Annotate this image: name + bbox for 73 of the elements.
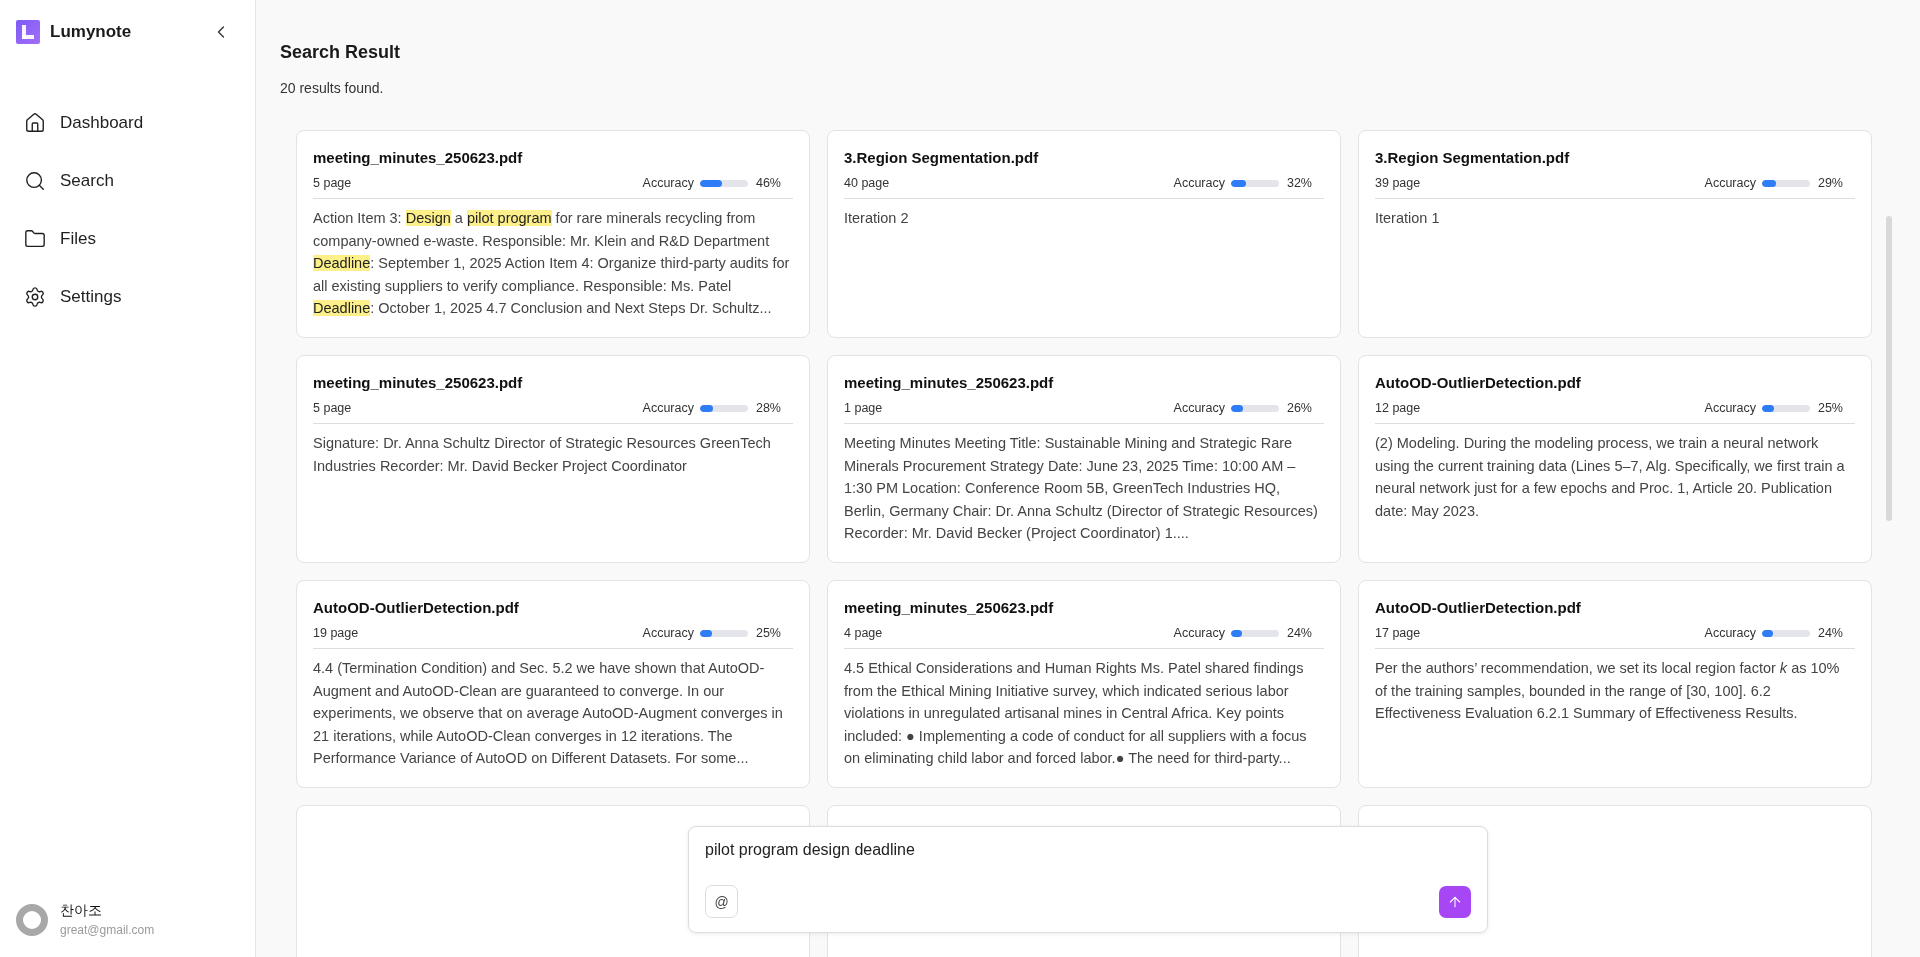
avatar-icon (16, 903, 48, 936)
result-card[interactable] (296, 130, 810, 338)
page-number: 1 page (844, 401, 884, 415)
result-card[interactable] (827, 355, 1341, 563)
scrollbar[interactable] (1886, 216, 1892, 521)
result-card[interactable]: meeting_minutes_250623.pdf 5 page Accuracy 28% Signature: Dr. Anna Schultz Director of Strategic Resources GreenTech Industries Recorder: Mr. David Becker Project Coordinator (296, 355, 810, 563)
accuracy-label: Accuracy (1704, 176, 1756, 190)
result-snippet: Meeting Minutes Meeting Title: Sustainable Mining and Strategic Rare Minerals Procurement Strategy Date: June 23, 2025 Time: 10:00 AM – 1:30 PM Location: Conference Room 5B, GreenTech Industries HQ, Berlin, Germany Chair: Dr. Anna Schultz (Director of Strategic Resources) Recorder: Mr. David Becker (Project Coordinator) 1.... (844, 434, 1319, 544)
file-name: AutoOD-OutlierDetection.pdf (1375, 599, 1582, 616)
page-number: 12 page (1375, 401, 1422, 415)
file-name: meeting_minutes_250623.pdf (844, 374, 1055, 391)
accuracy-value: 32% (1286, 176, 1312, 190)
accuracy-value: 28% (755, 401, 781, 415)
accuracy-label: Accuracy (1173, 626, 1225, 640)
file-name: meeting_minutes_250623.pdf (844, 599, 1055, 616)
accuracy-label: Accuracy (1173, 176, 1225, 190)
user-email: great@gmail.com (60, 923, 155, 937)
result-card[interactable] (1358, 355, 1872, 563)
result-card[interactable] (1358, 580, 1872, 788)
accuracy-label: Accuracy (1173, 401, 1225, 415)
result-snippet: 4.5 Ethical Considerations and Human Rights Ms. Patel shared findings from the Ethical Mining Initiative survey, which indicated serious labor violations in unregulated artisanal mines in Central Africa. Key points included: ● Implementing a code of conduct for all suppliers with a focus on eliminating child labor and forced labor.● The need for third-party... (844, 659, 1308, 769)
page-number: 39 page (1375, 176, 1422, 190)
file-name: 3.Region Segmentation.pdf (1375, 149, 1571, 166)
settings-icon (24, 286, 46, 308)
nav-item[interactable]: Dashboard (12, 104, 243, 142)
result-snippet: Iteration 2 (844, 209, 910, 228)
result-snippet: Signature: Dr. Anna Schultz Director of Strategic Resources GreenTech Industries Recorder: Mr. David Becker Project Coordinator (313, 434, 772, 476)
accuracy-value: 25% (1817, 401, 1843, 415)
file-name: meeting_minutes_250623.pdf (313, 374, 524, 391)
accuracy-label: Accuracy (1704, 401, 1756, 415)
result-card[interactable] (827, 580, 1341, 788)
nav-item[interactable]: Settings (12, 278, 243, 316)
accuracy-value: 26% (1286, 401, 1312, 415)
mention-button[interactable]: @ (705, 885, 738, 918)
page-number: 40 page (844, 176, 891, 190)
result-card[interactable] (296, 580, 810, 788)
search-icon (24, 170, 46, 192)
user-name: 찬아조 (60, 902, 103, 920)
file-name: AutoOD-OutlierDetection.pdf (1375, 374, 1582, 391)
page-title: Search Result (280, 42, 402, 63)
page-number: 17 page (1375, 626, 1422, 640)
result-snippet: Per the authors’ recommendation, we set its local region factor k as 10% of the training samples, bounded in the range of [30, 100]. 6.2 Effectiveness Evaluation 6.2.1 Summary of Effectiveness Results. (1375, 659, 1841, 724)
folder-icon (24, 228, 46, 250)
accuracy-label: Accuracy (642, 626, 694, 640)
accuracy-label: Accuracy (642, 176, 694, 190)
nav-item[interactable]: Search (12, 162, 243, 200)
accuracy-value: 46% (755, 176, 781, 190)
accuracy-value: 24% (1286, 626, 1312, 640)
send-button[interactable] (1439, 885, 1471, 918)
file-name: meeting_minutes_250623.pdf (313, 149, 524, 166)
nav-item[interactable]: Files (12, 220, 243, 258)
accuracy-value: 29% (1817, 176, 1843, 190)
page-number: 5 page (313, 401, 353, 415)
logo-icon (16, 20, 40, 44)
app-name: Lumynote (50, 22, 133, 42)
result-count: 20 results found. (280, 80, 385, 96)
file-name: 3.Region Segmentation.pdf (844, 149, 1040, 166)
page-number: 5 page (313, 176, 353, 190)
accuracy-value: 24% (1817, 626, 1843, 640)
page-number: 4 page (844, 626, 884, 640)
result-card[interactable]: 3.Region Segmentation.pdf 39 page Accuracy 29% Iteration 1 (1358, 130, 1872, 338)
result-snippet: 4.4 (Termination Condition) and Sec. 5.2 we have shown that AutoOD-Augment and AutoOD-Clean are guaranteed to converge. In our experiments, we observe that on average AutoOD-Augment converges in 21 iterations, while AutoOD-Clean converges in 12 iterations. The Performance Variance of AutoOD on Different Datasets. For some... (313, 659, 784, 769)
result-card[interactable]: 3.Region Segmentation.pdf 40 page Accuracy 32% Iteration 2 (827, 130, 1341, 338)
result-snippet: (2) Modeling. During the modeling process, we train a neural network using the current training data (Lines 5–7, Alg. Specifically, we first train a neural network just for a few epochs and Proc. 1, Article 20. Publication date: May 2023. (1375, 434, 1846, 521)
query-box[interactable]: pilot program design deadline @ (688, 826, 1488, 933)
result-snippet: Action Item 3: Design a pilot program for rare minerals recycling from company-owned e-waste. Responsible: Mr. Klein and R&D Department Deadline: September 1, 2025 Action Item 4: Organize third-party audits for all existing suppliers to verify compliance. Responsible: Ms. Patel Deadline: October 1, 2025 4.7 Conclusion and Next Steps Dr. Schultz... (313, 209, 791, 319)
accuracy-label: Accuracy (642, 401, 694, 415)
accuracy-value: 25% (755, 626, 781, 640)
page-number: 19 page (313, 626, 360, 640)
home-icon (24, 112, 46, 134)
file-name: AutoOD-OutlierDetection.pdf (313, 599, 520, 616)
accuracy-label: Accuracy (1704, 626, 1756, 640)
result-snippet: Iteration 1 (1375, 209, 1441, 228)
